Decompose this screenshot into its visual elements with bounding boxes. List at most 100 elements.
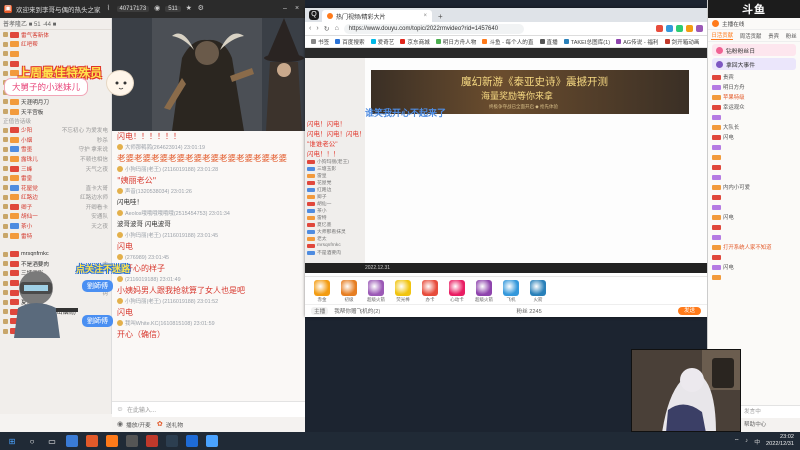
sidebar-row[interactable]: 雷气客新体 xyxy=(0,30,111,40)
sidebar-row[interactable]: 红路边 红路边水师 xyxy=(0,193,111,203)
forward-icon[interactable]: › xyxy=(316,25,318,32)
gift-item[interactable]: 超级火箭 xyxy=(365,278,387,304)
chat-panel[interactable]: 闪电！！！！！！ 大师那鹌鹑(264623914) 23:01:19 老婆老婆老婆老… xyxy=(112,131,305,401)
bookmark-item[interactable]: 京东商城 xyxy=(400,38,430,46)
gift-button[interactable]: ✿ 送礼物 xyxy=(156,420,183,430)
gift-item[interactable]: 超级火箭 xyxy=(473,278,495,304)
taskbar-app-icon[interactable] xyxy=(146,435,158,447)
bookmark-label: 直播 xyxy=(546,39,558,46)
bookmark-item[interactable]: 书签 xyxy=(311,38,329,46)
right-chat-input[interactable]: 发言中 xyxy=(741,405,800,418)
taskbar-app-icon[interactable] xyxy=(206,435,218,447)
broadcast-button[interactable]: ◉ 播放/开麦 xyxy=(116,420,151,430)
gift-label: 荧光棒 xyxy=(396,296,410,302)
taskbar-app-icon[interactable] xyxy=(166,435,178,447)
nested-chat-line: 花屋党 xyxy=(307,179,537,186)
refresh-icon[interactable]: ↻ xyxy=(324,25,330,33)
ext-icon[interactable] xyxy=(656,25,663,32)
nested-chat-line: 雷特 xyxy=(307,214,537,221)
tab-0[interactable]: 日活贡献 xyxy=(711,31,733,40)
gift-item[interactable]: 飞机 xyxy=(500,278,522,304)
url-field[interactable]: https://www.douyu.com/topic/2022rmvideo?… xyxy=(343,23,524,34)
clock[interactable]: 23:02 2022/12/31 xyxy=(766,434,794,448)
wifi-icon[interactable]: ⌔ xyxy=(734,438,739,445)
sidebar-row[interactable]: mrsqnfrnkc xyxy=(0,249,111,259)
home-icon[interactable]: ⌂ xyxy=(335,25,339,32)
sidebar-row[interactable]: 天涯明月刀 xyxy=(0,97,111,107)
sidebar-row[interactable]: 小烟 秒杀 xyxy=(0,135,111,145)
new-tab-icon[interactable]: + xyxy=(435,12,446,21)
taskbar-app-icon[interactable] xyxy=(86,435,98,447)
taskbar-app-icon[interactable] xyxy=(66,435,78,447)
event-card[interactable]: 钻粉粉丝日 xyxy=(712,44,796,56)
sidebar-row[interactable]: 茶小 天之夜 xyxy=(0,221,111,231)
sidebar-row[interactable]: 胡仙一 安通队 xyxy=(0,212,111,222)
chat-meta: (2116019188) 23:01:49 xyxy=(125,277,181,283)
gift-item[interactable]: 赤金 xyxy=(311,278,333,304)
gift-item[interactable]: 心动卡 xyxy=(446,278,468,304)
tab-1[interactable]: 周活贡献 xyxy=(740,32,762,40)
tab-2[interactable]: 贵宾 xyxy=(768,32,779,40)
bookmark-item[interactable]: 斗鱼 - 每个人的直 xyxy=(482,38,534,46)
nested-chat-user: 红路边 xyxy=(317,188,332,193)
settings-icon[interactable]: ⚙ xyxy=(197,5,205,13)
bookmark-item[interactable]: AG传说 - 福利 xyxy=(616,38,659,46)
volume-icon[interactable]: ♪ xyxy=(745,438,748,444)
ext-icon[interactable] xyxy=(686,25,693,32)
level-badge xyxy=(307,250,315,255)
event-icon xyxy=(716,60,723,68)
sidebar-row[interactable]: 露珠儿 不顿也相信 xyxy=(0,154,111,164)
chat-text: 波哥波哥 闪电波哥 xyxy=(117,221,171,228)
gift-item[interactable]: 火箭 xyxy=(527,278,549,304)
sidebar-row[interactable]: 三峰 天气之夜 xyxy=(0,164,111,174)
ime-indicator[interactable]: 中 xyxy=(754,437,760,446)
bookmark-item[interactable]: TAKEI总图库(1) xyxy=(563,38,610,46)
sidebar-row[interactable] xyxy=(0,49,111,59)
windows-start-icon[interactable]: ⊞ xyxy=(6,435,18,447)
search-icon[interactable]: ○ xyxy=(26,435,38,447)
bookmark-item[interactable]: 爱奇艺 xyxy=(370,38,394,46)
sidebar-row[interactable]: 雷皇 xyxy=(0,173,111,183)
video-player[interactable]: 魔幻新游《泰亚史诗》震撼开测 海量奖励等你来拿 终极争夺战已全面开启 ◆ 抢先体… xyxy=(305,48,707,276)
sidebar-row[interactable]: 天平宫板 xyxy=(0,107,111,117)
sidebar-row[interactable]: 雪墨 守护 拿来说 xyxy=(0,145,111,155)
task-view-icon[interactable]: ▭ xyxy=(46,435,58,447)
back-icon[interactable]: ‹ xyxy=(309,25,311,32)
name-tag-a: 劉師傅 xyxy=(82,280,113,292)
event-card[interactable]: 拿回大事件 xyxy=(712,58,796,70)
sidebar-row[interactable]: 卿子 开卿看卡 xyxy=(0,202,111,212)
stream-video[interactable] xyxy=(112,18,305,131)
nested-chat-user: 不是酒要肉 xyxy=(317,251,341,256)
nested-chat-user: 茶小 xyxy=(317,209,327,214)
chat-input[interactable]: ☺ 在此输入... xyxy=(112,401,305,417)
browser-tab[interactable]: 热门视频/精彩大片 × xyxy=(322,10,432,22)
right-bottom-link[interactable]: 帮助中心 xyxy=(741,418,800,432)
taskbar-app-icon[interactable] xyxy=(126,435,138,447)
send-button[interactable]: 发送 xyxy=(677,307,701,315)
taskbar-app-icon[interactable] xyxy=(106,435,118,447)
bookmark-item[interactable]: 直播 xyxy=(539,38,558,46)
ext-icon[interactable] xyxy=(666,25,673,32)
sidebar-row[interactable]: 少阳 不忘初心 为爱发电 xyxy=(0,125,111,135)
bookmark-item[interactable]: 明日方舟人物 xyxy=(435,38,476,46)
close-icon[interactable]: × xyxy=(293,5,301,13)
ext-icon[interactable] xyxy=(676,25,683,32)
bookmark-item[interactable]: 剑开箱动画 xyxy=(664,38,700,46)
minimize-icon[interactable]: – xyxy=(281,5,289,13)
tab-close-icon[interactable]: × xyxy=(423,13,427,19)
member-name: 红吧帮 xyxy=(21,42,38,49)
chat-meta: (276989) 23:01:45 xyxy=(125,255,170,261)
ext-icon[interactable] xyxy=(696,25,703,32)
taskbar-app-icon[interactable] xyxy=(186,435,198,447)
tab-3[interactable]: 粉丝 xyxy=(786,32,797,40)
right-panel-header: 主播在线 xyxy=(708,18,800,30)
star-icon[interactable]: ★ xyxy=(185,5,193,13)
gift-item[interactable]: 办卡 xyxy=(419,278,441,304)
bookmark-item[interactable]: 百度搜索 xyxy=(335,38,365,46)
sidebar-row[interactable]: 红吧帮 xyxy=(0,40,111,50)
sidebar-row[interactable]: 花屋党 直卡大哥 xyxy=(0,183,111,193)
gift-item[interactable]: 荧光棒 xyxy=(392,278,414,304)
gift-item[interactable]: 初级 xyxy=(338,278,360,304)
sidebar-row[interactable]: 雷特 xyxy=(0,231,111,241)
emoji-icon[interactable]: ☺ xyxy=(116,406,124,414)
